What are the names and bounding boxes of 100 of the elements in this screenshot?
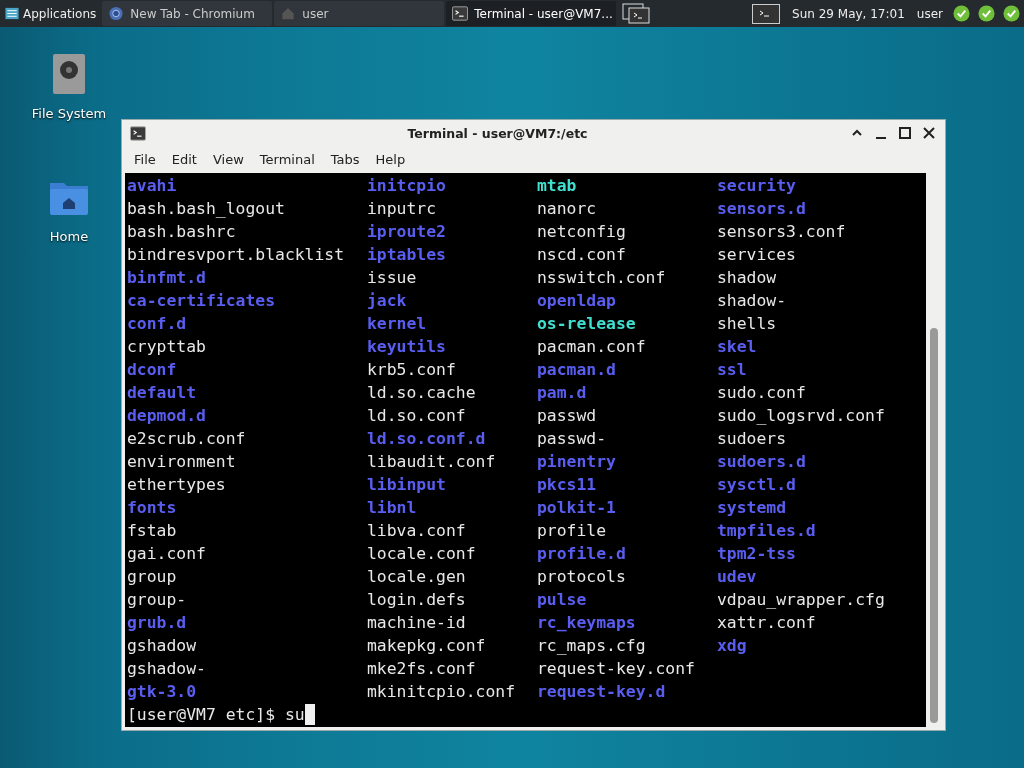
file-name: sensors.d xyxy=(717,198,806,220)
file-name: machine-id xyxy=(367,612,466,634)
file-name: crypttab xyxy=(127,336,206,358)
file-name: pkcs11 xyxy=(537,474,597,496)
text-cursor xyxy=(304,704,315,725)
file-name: nscd.conf xyxy=(537,244,626,266)
file-name: krb5.conf xyxy=(367,359,456,381)
file-name: login.defs xyxy=(367,589,466,611)
file-name: ssl xyxy=(717,359,747,381)
file-name: kernel xyxy=(367,313,427,335)
terminal-icon xyxy=(452,6,469,21)
applications-menu[interactable]: Applications xyxy=(0,0,101,27)
file-name: sensors3.conf xyxy=(717,221,846,243)
file-name: bindresvport.blacklist xyxy=(127,244,345,266)
file-name: ld.so.cache xyxy=(367,382,476,404)
file-name: conf.d xyxy=(127,313,187,335)
file-name: pulse xyxy=(537,589,587,611)
check-icon[interactable] xyxy=(953,5,970,22)
file-name: initcpio xyxy=(367,175,446,197)
file-name: sudoers.d xyxy=(717,451,806,473)
typed-command: su xyxy=(284,704,305,726)
file-name: pacman.d xyxy=(537,359,616,381)
file-name: e2scrub.conf xyxy=(127,428,246,450)
file-name: sudo_logsrvd.conf xyxy=(717,405,885,427)
file-name: libaudit.conf xyxy=(367,451,496,473)
file-name: mke2fs.conf xyxy=(367,658,476,680)
file-name: pacman.conf xyxy=(537,336,646,358)
taskbar-button[interactable]: Terminal - user@VM7... xyxy=(446,1,617,26)
file-name: tpm2-tss xyxy=(717,543,796,565)
file-name: gai.conf xyxy=(127,543,206,565)
file-name: iptables xyxy=(367,244,446,266)
file-name: dconf xyxy=(127,359,177,381)
taskbar-button[interactable]: user xyxy=(274,1,445,26)
file-name: nsswitch.conf xyxy=(537,267,666,289)
file-name: pam.d xyxy=(537,382,587,404)
home-icon xyxy=(280,6,297,21)
file-name: tmpfiles.d xyxy=(717,520,816,542)
file-name: systemd xyxy=(717,497,787,519)
file-name: bash.bash_logout xyxy=(127,198,285,220)
file-name: fstab xyxy=(127,520,177,542)
file-name: environment xyxy=(127,451,236,473)
file-name: passwd- xyxy=(537,428,607,450)
file-name: default xyxy=(127,382,197,404)
file-name: ethertypes xyxy=(127,474,226,496)
file-name: group xyxy=(127,566,177,588)
file-name: ld.so.conf xyxy=(367,405,466,427)
scrollbar[interactable] xyxy=(926,173,942,727)
menu-item[interactable]: Terminal xyxy=(251,152,323,167)
terminal-icon xyxy=(130,125,146,141)
file-name: os-release xyxy=(537,313,636,335)
file-name: profile xyxy=(537,520,607,542)
file-name: makepkg.conf xyxy=(367,635,486,657)
menu-item[interactable]: Tabs xyxy=(322,152,368,167)
clock[interactable]: Sun 29 May, 17:01 xyxy=(786,6,911,21)
file-name: xdg xyxy=(717,635,747,657)
icon-label[interactable]: Home xyxy=(49,229,89,244)
file-name: rc_maps.cfg xyxy=(537,635,646,657)
check-icon[interactable] xyxy=(978,5,995,22)
file-name: profile.d xyxy=(537,543,626,565)
file-name: request-key.d xyxy=(537,681,666,703)
file-name: gshadow- xyxy=(127,658,206,680)
file-name: fonts xyxy=(127,497,177,519)
maximize-icon[interactable] xyxy=(897,125,913,141)
window-title: Terminal - user@VM7:/etc xyxy=(406,125,589,141)
file-name: grub.d xyxy=(127,612,187,634)
file-name: keyutils xyxy=(367,336,446,358)
file-name: sudo.conf xyxy=(717,382,806,404)
file-name: ca-certificates xyxy=(127,290,276,312)
globe-icon xyxy=(108,6,125,21)
file-name: jack xyxy=(367,290,407,312)
close-icon[interactable] xyxy=(921,125,937,141)
file-name: pinentry xyxy=(537,451,616,473)
menu-item[interactable]: View xyxy=(204,152,252,167)
file-name: shadow xyxy=(717,267,777,289)
icon-label[interactable]: File System xyxy=(31,106,107,121)
file-name: bash.bashrc xyxy=(127,221,236,243)
file-name: iproute2 xyxy=(367,221,446,243)
menu-item[interactable]: Help xyxy=(367,152,414,167)
file-name: nanorc xyxy=(537,198,597,220)
file-name: gshadow xyxy=(127,635,197,657)
file-name: gtk-3.0 xyxy=(127,681,197,703)
file-name: shadow- xyxy=(717,290,787,312)
menu-item[interactable]: File xyxy=(126,152,164,167)
file-name: mkinitcpio.conf xyxy=(367,681,516,703)
file-name: polkit-1 xyxy=(537,497,616,519)
file-name: group- xyxy=(127,589,187,611)
file-name: sudoers xyxy=(717,428,787,450)
file-name: netconfig xyxy=(537,221,626,243)
file-name: security xyxy=(717,175,796,197)
file-name: request-key.conf xyxy=(537,658,695,680)
file-name: locale.conf xyxy=(367,543,476,565)
taskbar-button[interactable]: New Tab - Chromium xyxy=(102,1,273,26)
user-name[interactable]: user xyxy=(910,6,949,21)
check-icon[interactable] xyxy=(1003,5,1020,22)
menu-item[interactable]: Edit xyxy=(163,152,205,167)
file-name: avahi xyxy=(127,175,177,197)
file-name: ld.so.conf.d xyxy=(367,428,486,450)
file-name: libva.conf xyxy=(367,520,466,542)
file-name: xattr.conf xyxy=(717,612,816,634)
menu-icon xyxy=(4,6,20,21)
